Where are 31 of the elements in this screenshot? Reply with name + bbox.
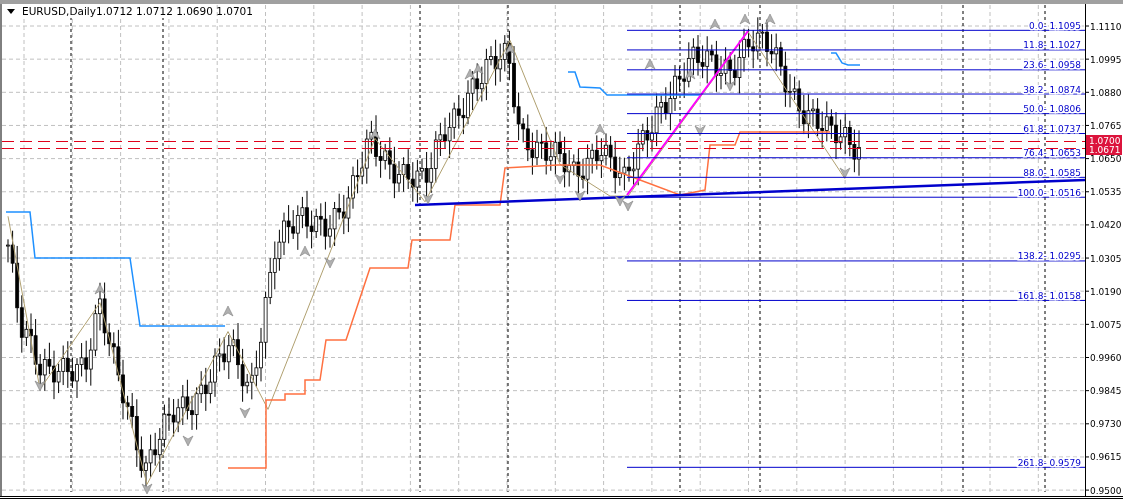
price-axis-label: 1.0535	[1090, 187, 1122, 198]
price-axis-label: 0.9845	[1090, 386, 1122, 397]
fibonacci-level-label: 88.0- 1.0585	[1023, 167, 1081, 178]
ohlc-values: 1.0712 1.0712 1.0690 1.0701	[96, 5, 253, 17]
fibonacci-level-label: 100.0- 1.0516	[1017, 187, 1081, 198]
fibonacci-level-label: 138.2- 1.0295	[1017, 251, 1081, 262]
fibonacci-level-label: 261.8- 0.9579	[1017, 457, 1081, 468]
price-tag: 1.0671	[1086, 144, 1122, 155]
fibonacci-level-label: 38.2- 1.0874	[1023, 84, 1081, 95]
symbol-label: EURUSD,Daily	[22, 5, 96, 17]
price-axis-label: 1.0880	[1090, 87, 1122, 98]
price-axis-label: 0.9500	[1090, 485, 1122, 496]
fibonacci-level-label: 50.0- 1.0806	[1023, 104, 1081, 115]
price-axis-label: 1.0305	[1090, 253, 1122, 264]
dropdown-icon[interactable]	[7, 9, 15, 14]
fibonacci-level-label: 23.6- 1.0958	[1023, 60, 1081, 71]
fibonacci-level-label: 0.0- 1.1095	[1029, 20, 1081, 31]
price-axis-label: 1.0190	[1090, 286, 1122, 297]
price-axis-label: 1.0420	[1090, 220, 1122, 231]
price-axis-label: 0.9960	[1090, 353, 1122, 363]
price-axis-label: 0.9730	[1090, 419, 1122, 430]
fibonacci-level-label: 61.8- 1.0737	[1023, 124, 1081, 134]
fibonacci-level-label: 161.8- 1.0158	[1017, 290, 1081, 301]
price-axis-label: 1.0765	[1090, 120, 1122, 131]
price-axis-label: 0.9615	[1090, 452, 1122, 463]
price-axis-label: 1.0995	[1090, 54, 1122, 65]
fibonacci-level-label: 11.8- 1.1027	[1023, 40, 1081, 51]
price-axis-label: 1.0075	[1090, 319, 1122, 330]
price-axis-label: 1.1110	[1090, 21, 1122, 32]
fibonacci-level-label: 76.4- 1.0653	[1023, 148, 1081, 159]
price-axis-label: 1.0650	[1090, 154, 1122, 165]
